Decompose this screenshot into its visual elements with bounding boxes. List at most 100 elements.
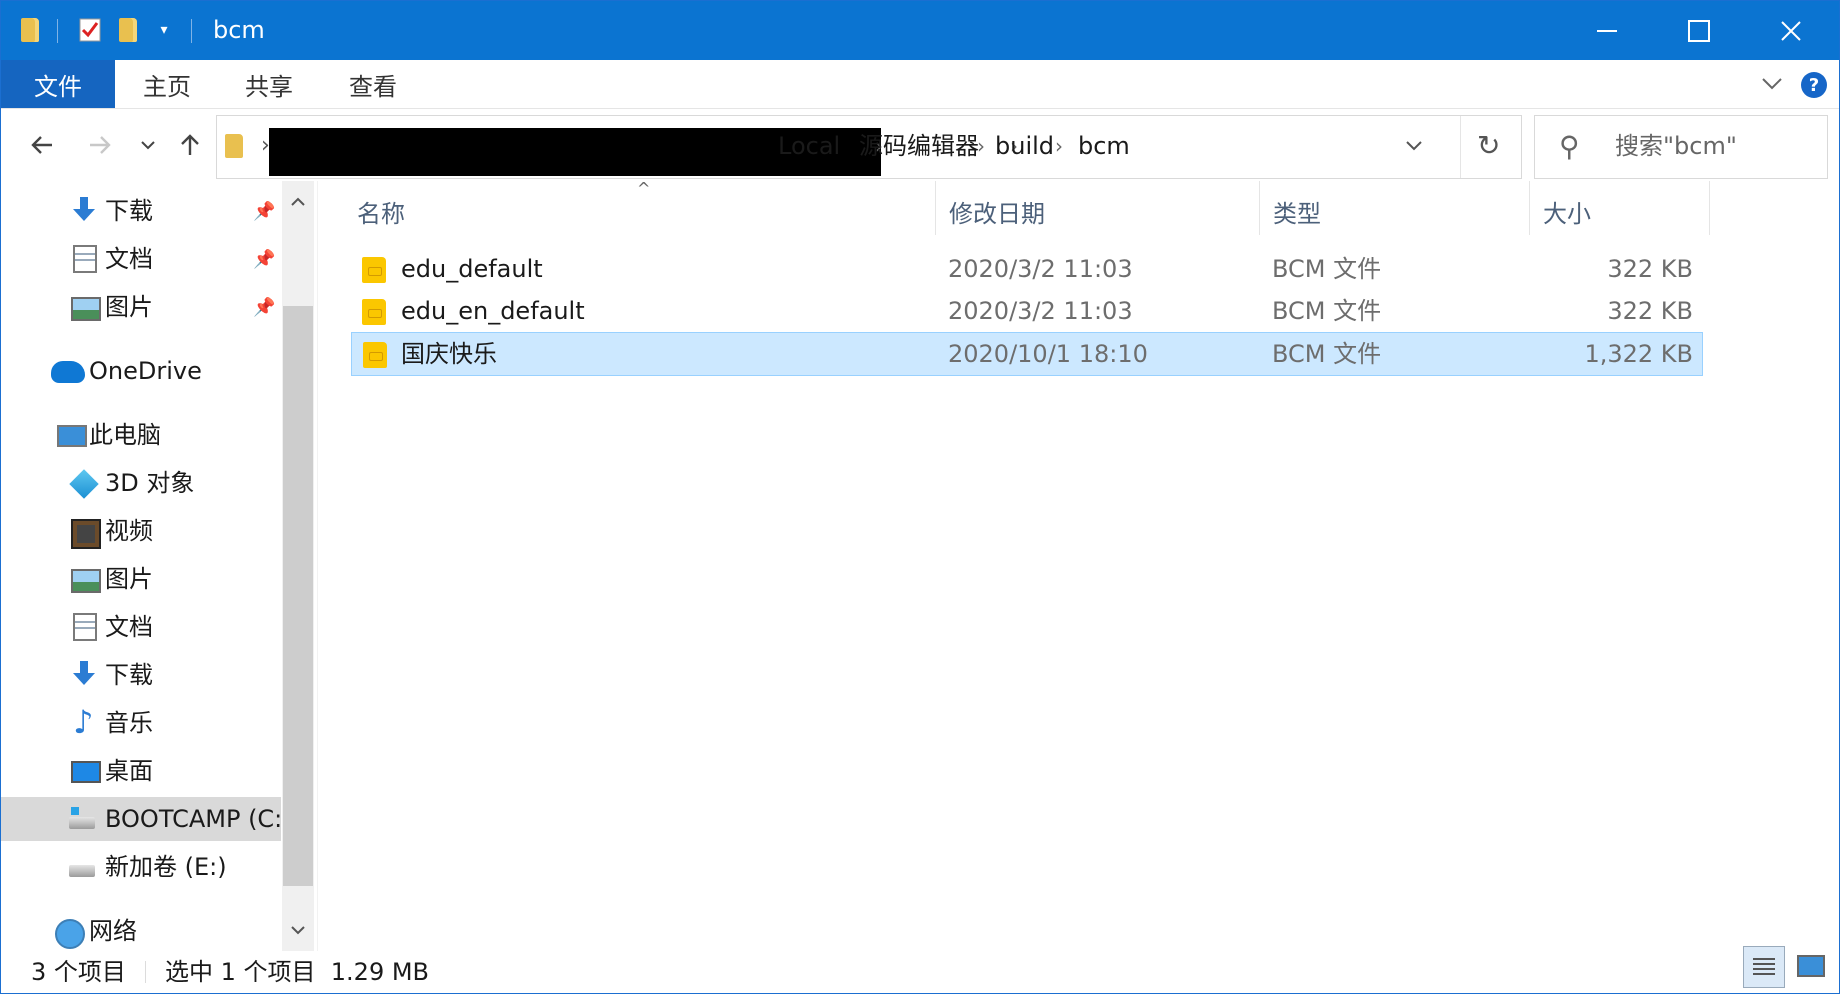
bcm-file-icon bbox=[362, 257, 386, 283]
folder-icon bbox=[17, 15, 43, 45]
maximize-button[interactable] bbox=[1653, 1, 1745, 60]
search-input[interactable]: 搜索"bcm" bbox=[1615, 131, 1737, 161]
close-icon bbox=[1781, 20, 1801, 41]
file-size: 1,322 KB bbox=[1584, 340, 1693, 368]
navigation-pane: 下载 📌 文档 📌 图片 📌 OneDrive 此电脑 3D 对象 视频 图片 … bbox=[1, 181, 291, 951]
pin-icon: 📌 bbox=[253, 200, 276, 222]
nav-item-videos[interactable]: 视频 bbox=[1, 509, 281, 553]
breadcrumb-source-editor[interactable]: 源码编辑器 bbox=[859, 131, 979, 161]
scrollbar-thumb[interactable] bbox=[283, 306, 313, 886]
up-arrow-icon bbox=[181, 134, 199, 155]
nav-item-onedrive[interactable]: OneDrive bbox=[1, 349, 281, 393]
large-icons-view-button[interactable] bbox=[1791, 946, 1831, 986]
nav-item-3d-objects[interactable]: 3D 对象 bbox=[1, 461, 281, 505]
scroll-up-icon[interactable] bbox=[282, 187, 314, 217]
minimize-button[interactable] bbox=[1561, 1, 1653, 60]
file-row[interactable]: edu_default 2020/3/2 11:03 BCM 文件 322 KB bbox=[351, 249, 1703, 289]
column-header-type[interactable]: 类型 bbox=[1273, 181, 1321, 241]
details-view-button[interactable] bbox=[1743, 946, 1785, 988]
tab-share[interactable]: 共享 bbox=[223, 60, 315, 108]
file-type: BCM 文件 bbox=[1272, 297, 1382, 325]
nav-item-volume-e[interactable]: 新加卷 (E:) bbox=[1, 845, 281, 889]
file-name: edu_default bbox=[401, 255, 543, 283]
address-bar[interactable]: › › Local › 源码编辑器 › build › bcm ↻ bbox=[216, 115, 1522, 179]
new-folder-icon[interactable] bbox=[115, 15, 141, 45]
recent-locations-button[interactable] bbox=[129, 125, 167, 165]
pin-icon: 📌 bbox=[253, 248, 276, 270]
forward-arrow-icon bbox=[90, 136, 111, 154]
file-row-selected[interactable]: 国庆快乐 2020/10/1 18:10 BCM 文件 1,322 KB bbox=[351, 332, 1703, 376]
breadcrumb-build[interactable]: build bbox=[995, 131, 1054, 161]
nav-item-bootcamp-drive[interactable]: BOOTCAMP (C: bbox=[1, 797, 281, 841]
scroll-down-icon[interactable] bbox=[282, 915, 314, 945]
download-icon bbox=[71, 197, 97, 223]
nav-item-pictures-pinned[interactable]: 图片 📌 bbox=[1, 285, 281, 329]
file-name: edu_en_default bbox=[401, 297, 585, 325]
expand-ribbon-icon[interactable] bbox=[1761, 72, 1783, 94]
column-header-name[interactable]: 名称 bbox=[357, 181, 405, 241]
forward-button[interactable] bbox=[81, 125, 119, 165]
nav-item-documents-pinned[interactable]: 文档 📌 bbox=[1, 237, 281, 281]
pictures-icon bbox=[71, 297, 101, 321]
search-box[interactable]: ⚲ 搜索"bcm" bbox=[1534, 115, 1828, 179]
selection-info: 选中 1 个项目 1.29 MB bbox=[165, 958, 430, 986]
pin-icon: 📌 bbox=[253, 296, 276, 318]
close-button[interactable] bbox=[1745, 1, 1837, 60]
breadcrumb-local[interactable]: Local bbox=[778, 131, 840, 161]
pictures-icon bbox=[71, 569, 101, 593]
properties-icon[interactable] bbox=[77, 15, 103, 45]
3d-objects-icon bbox=[69, 469, 99, 499]
refresh-icon[interactable]: ↻ bbox=[1477, 129, 1500, 162]
search-icon: ⚲ bbox=[1559, 130, 1580, 163]
quick-access-dropdown-icon[interactable]: ▾ bbox=[153, 15, 175, 45]
file-list: ^ 名称 修改日期 类型 大小 edu_default 2020/3/2 11:… bbox=[319, 179, 1839, 951]
sort-ascending-icon: ^ bbox=[637, 179, 651, 198]
file-date: 2020/3/2 11:03 bbox=[948, 255, 1133, 283]
nav-item-music[interactable]: 音乐 bbox=[1, 701, 281, 745]
bcm-file-icon bbox=[363, 342, 387, 368]
status-bar: 3 个项目 选中 1 个项目 1.29 MB bbox=[1, 951, 1839, 993]
item-count: 3 个项目 bbox=[31, 958, 126, 986]
ribbon-tabs: 文件 主页 共享 查看 ? bbox=[1, 60, 1839, 109]
large-icons-view-icon bbox=[1797, 955, 1825, 977]
column-header-size[interactable]: 大小 bbox=[1543, 181, 1591, 241]
file-name: 国庆快乐 bbox=[401, 340, 497, 368]
up-button[interactable] bbox=[171, 125, 209, 165]
nav-item-downloads-pinned[interactable]: 下载 📌 bbox=[1, 189, 281, 233]
tab-file[interactable]: 文件 bbox=[1, 60, 115, 108]
drive-icon bbox=[69, 865, 95, 877]
tab-home[interactable]: 主页 bbox=[121, 60, 213, 108]
file-date: 2020/3/2 11:03 bbox=[948, 297, 1133, 325]
explorer-window: ▾ bcm 文件 主页 共享 查看 ? › › Local › 源码编辑器 › … bbox=[0, 0, 1840, 994]
nav-pane-scrollbar[interactable] bbox=[282, 181, 314, 951]
file-date: 2020/10/1 18:10 bbox=[948, 340, 1148, 368]
nav-item-desktop[interactable]: 桌面 bbox=[1, 749, 281, 793]
nav-item-downloads[interactable]: 下载 bbox=[1, 653, 281, 697]
details-view-icon bbox=[1753, 958, 1775, 976]
window-title: bcm bbox=[213, 16, 265, 44]
chevron-right-icon[interactable]: › bbox=[1055, 131, 1063, 161]
title-bar: ▾ bcm bbox=[1, 1, 1839, 60]
nav-item-this-pc[interactable]: 此电脑 bbox=[1, 413, 281, 457]
nav-item-documents[interactable]: 文档 bbox=[1, 605, 281, 649]
help-icon[interactable]: ? bbox=[1801, 72, 1827, 98]
tab-view[interactable]: 查看 bbox=[327, 60, 419, 108]
folder-icon bbox=[225, 134, 243, 158]
file-type: BCM 文件 bbox=[1272, 340, 1382, 368]
breadcrumb-bcm[interactable]: bcm bbox=[1078, 131, 1130, 161]
desktop-icon bbox=[71, 761, 101, 783]
windows-drive-icon bbox=[69, 817, 95, 829]
music-icon bbox=[73, 703, 99, 741]
nav-item-pictures[interactable]: 图片 bbox=[1, 557, 281, 601]
file-row[interactable]: edu_en_default 2020/3/2 11:03 BCM 文件 322… bbox=[351, 291, 1703, 331]
file-size: 322 KB bbox=[1607, 255, 1693, 283]
column-header-date[interactable]: 修改日期 bbox=[949, 181, 1045, 241]
file-type: BCM 文件 bbox=[1272, 255, 1382, 283]
this-pc-icon bbox=[57, 425, 87, 447]
nav-item-network[interactable]: 网络 bbox=[1, 909, 281, 953]
back-button[interactable] bbox=[23, 125, 61, 165]
onedrive-icon bbox=[51, 361, 85, 383]
bcm-file-icon bbox=[362, 299, 386, 325]
videos-icon bbox=[71, 519, 101, 549]
address-history-dropdown-icon[interactable] bbox=[1405, 133, 1423, 158]
